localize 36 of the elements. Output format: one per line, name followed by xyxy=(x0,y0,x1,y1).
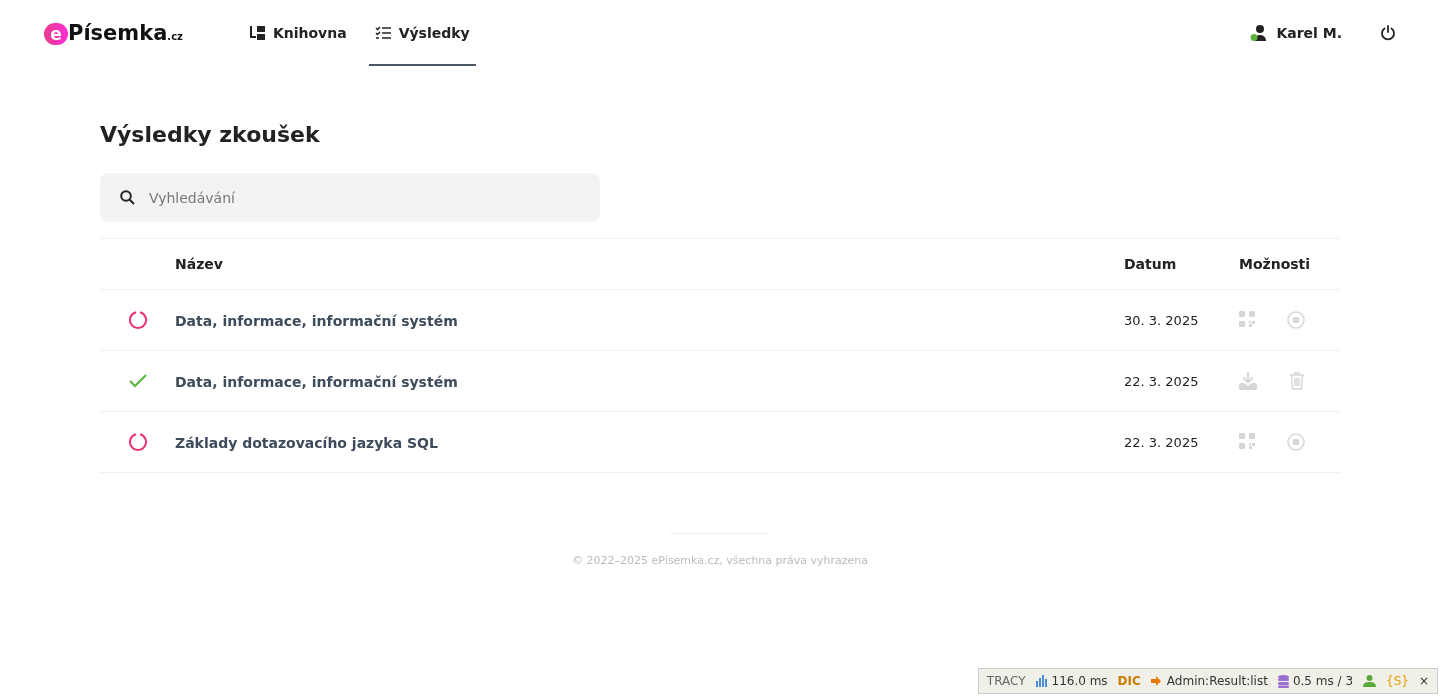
column-header: Možnosti xyxy=(1239,256,1312,272)
power-icon[interactable] xyxy=(1380,25,1396,41)
trash-button[interactable] xyxy=(1289,372,1305,390)
stop-button[interactable] xyxy=(1287,311,1305,329)
column-header: Název xyxy=(175,256,224,272)
logo-suffix: .cz xyxy=(167,31,183,42)
arrow-icon xyxy=(1150,675,1163,687)
exam-link[interactable]: Data, informace, informační systém xyxy=(175,373,458,390)
download-button[interactable] xyxy=(1239,372,1257,390)
debug-route[interactable]: Admin:Result:list xyxy=(1150,674,1268,688)
folder-tree-icon xyxy=(248,26,265,40)
debug-brand[interactable]: TRACY xyxy=(986,674,1026,688)
user-menu[interactable]: Karel M. xyxy=(1250,25,1342,41)
qr-code-button[interactable] xyxy=(1239,433,1255,451)
stop-button[interactable] xyxy=(1287,433,1305,451)
date-cell-text: 22. 3. 2025 xyxy=(1124,434,1200,450)
exam-link[interactable]: Základy dotazovacího jazyka SQL xyxy=(175,434,438,451)
bar-chart-icon xyxy=(1035,675,1048,687)
debug-close[interactable]: × xyxy=(1418,674,1429,688)
debug-time[interactable]: 116.0 ms xyxy=(1035,674,1108,688)
page-title: Výsledky zkoušek xyxy=(100,122,321,147)
checklist-icon xyxy=(374,26,391,40)
nav-tab[interactable]: Knihovna xyxy=(242,0,353,66)
search-icon xyxy=(120,190,135,205)
nav-tab[interactable]: Výsledky xyxy=(368,0,476,66)
logo-name[interactable]: Písemka xyxy=(68,21,168,45)
user-icon[interactable] xyxy=(1363,675,1377,687)
database-icon xyxy=(1277,674,1289,688)
column-header: Datum xyxy=(1124,256,1178,272)
copyright-text: © 2022–2025 ePísemka.cz, všechna práva vyhrazena xyxy=(570,554,870,567)
logo-mark[interactable]: e xyxy=(44,23,68,45)
date-cell-text: 22. 3. 2025 xyxy=(1124,373,1200,389)
date-cell-text: 30. 3. 2025 xyxy=(1124,312,1200,328)
qr-code-button[interactable] xyxy=(1239,311,1255,329)
exam-link[interactable]: Data, informace, informační systém xyxy=(175,312,458,329)
debug-database[interactable]: 0.5 ms / 3 xyxy=(1277,674,1354,688)
